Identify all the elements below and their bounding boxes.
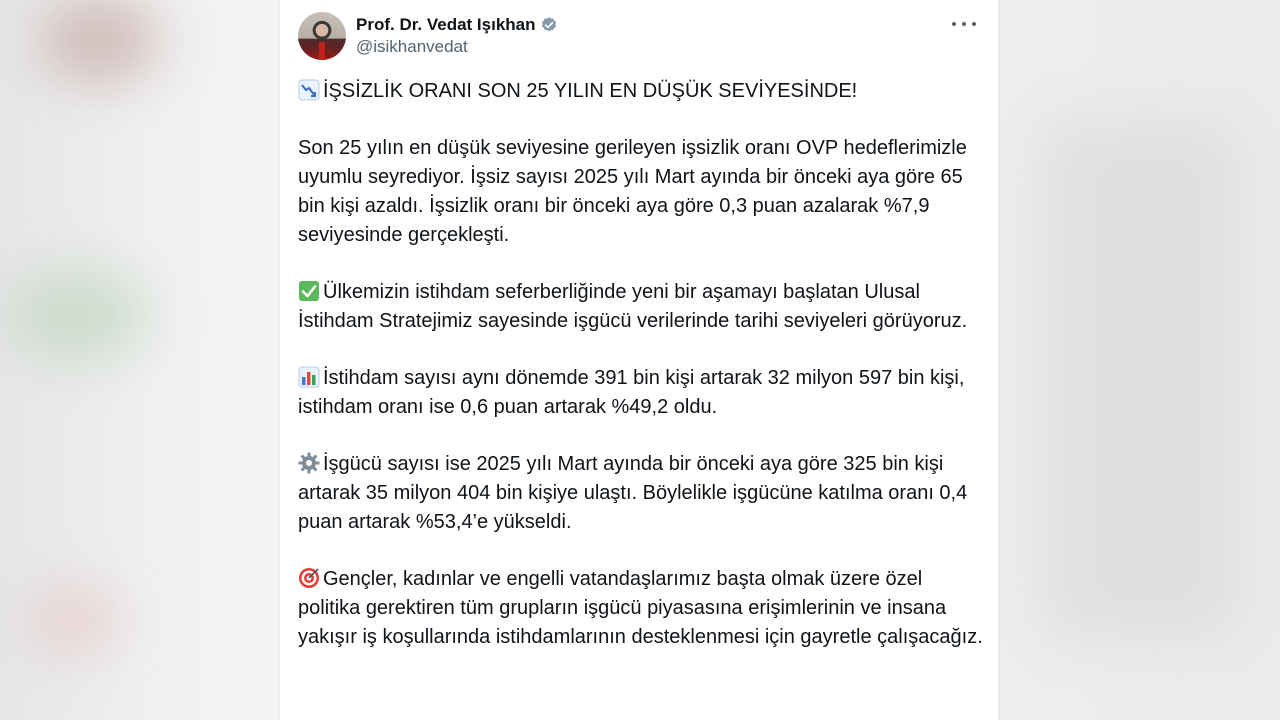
tweet-headline-paragraph: İŞSİZLİK ORANI SON 25 YILIN EN DÜŞÜK SEV… xyxy=(298,77,988,106)
tweet-paragraph-4-text: İşgücü sayısı ise 2025 yılı Mart ayında … xyxy=(298,453,968,533)
verified-badge-icon xyxy=(541,17,556,32)
more-dot xyxy=(952,22,956,26)
target-icon xyxy=(299,568,319,588)
more-dot xyxy=(972,22,976,26)
tweet-paragraph-3-text: İstihdam sayısı aynı dönemde 391 bin kiş… xyxy=(298,367,965,418)
bar-chart-icon xyxy=(298,366,320,388)
check-mark-icon xyxy=(299,281,319,301)
author-handle[interactable]: @isikhanvedat xyxy=(356,36,558,58)
tweet-paragraph-1: Son 25 yılın en düşük seviyesine geriley… xyxy=(298,137,967,246)
tweet-paragraph-4: İşgücü sayısı ise 2025 yılı Mart ayında … xyxy=(298,450,988,537)
tweet-paragraph-2: Ülkemizin istihdam seferberliğinde yeni … xyxy=(298,278,988,336)
author-display-name[interactable]: Prof. Dr. Vedat Işıkhan xyxy=(356,14,536,36)
author-name-row[interactable]: Prof. Dr. Vedat Işıkhan xyxy=(356,14,558,36)
avatar[interactable] xyxy=(298,12,346,60)
tweet-paragraph-5: Gençler, kadınlar ve engelli vatandaşlar… xyxy=(298,565,988,652)
tweet-header: Prof. Dr. Vedat Işıkhan @isikhanvedat xyxy=(298,12,980,62)
background-blur-shape xyxy=(1040,120,1240,640)
background-blur-shape xyxy=(30,590,120,650)
background-blur-shape xyxy=(40,0,160,80)
chart-decreasing-icon xyxy=(298,79,320,101)
tweet-paragraph-5-text: Gençler, kadınlar ve engelli vatandaşlar… xyxy=(298,568,983,648)
tweet-text: İŞSİZLİK ORANI SON 25 YILIN EN DÜŞÜK SEV… xyxy=(298,77,988,680)
tweet-headline: İŞSİZLİK ORANI SON 25 YILIN EN DÜŞÜK SEV… xyxy=(323,80,858,102)
user-info: Prof. Dr. Vedat Işıkhan @isikhanvedat xyxy=(356,14,558,58)
tweet-card: Prof. Dr. Vedat Işıkhan @isikhanvedat İŞ… xyxy=(280,0,998,720)
avatar-tie-detail xyxy=(319,42,325,60)
gear-icon xyxy=(298,452,320,474)
more-dot xyxy=(962,22,966,26)
tweet-paragraph-2-text: Ülkemizin istihdam seferberliğinde yeni … xyxy=(298,281,968,332)
tweet-paragraph-3: İstihdam sayısı aynı dönemde 391 bin kiş… xyxy=(298,364,988,422)
background-blur-shape xyxy=(10,270,150,360)
more-options-icon[interactable] xyxy=(952,18,976,30)
